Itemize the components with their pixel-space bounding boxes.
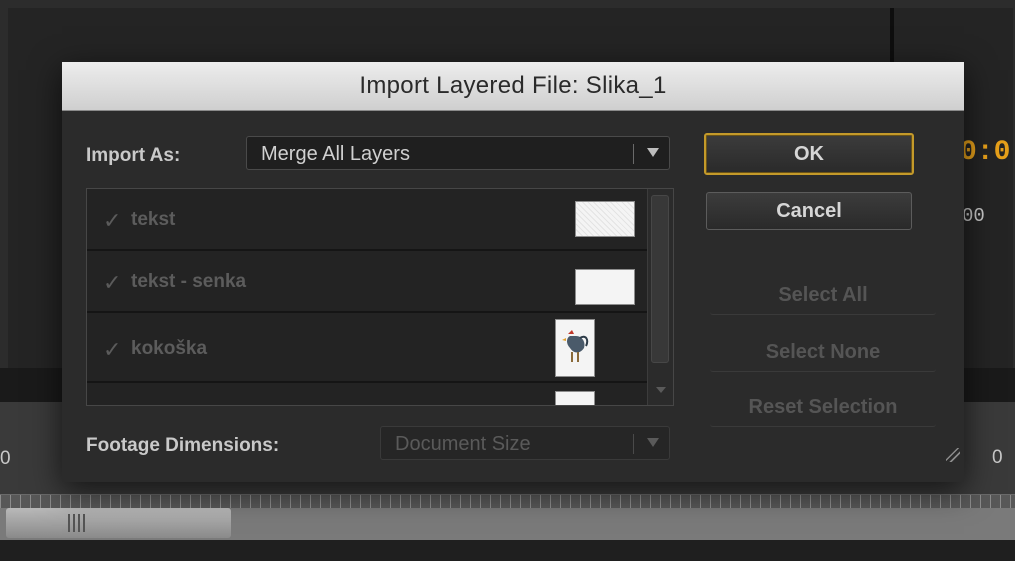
footage-dimensions-dropdown[interactable]: Document Size [380,426,670,460]
layer-thumbnail [575,201,635,237]
cancel-button[interactable]: Cancel [706,192,912,230]
background-time-label: 00 [962,205,985,227]
scroll-down-icon[interactable] [656,387,666,393]
background-divider [890,8,894,68]
layer-name: kokoška [131,338,208,359]
layer-name: tekst [131,209,176,230]
background-bottom-bar [0,540,1015,561]
layer-list-scrollbar[interactable] [647,189,673,405]
dialog-title: Import Layered File: Slika_1 [359,72,667,99]
list-item[interactable]: ✓ kokoška [87,313,647,383]
chevron-down-icon [647,148,659,157]
import-as-label: Import As: [86,145,181,166]
list-item[interactable]: ✓ tekst - senka [87,251,647,313]
chevron-down-icon [647,438,659,447]
background-timecode: 0:0 [960,137,1011,168]
import-as-dropdown[interactable]: Merge All Layers [246,136,670,170]
dropdown-separator [633,144,634,164]
dropdown-separator [633,434,634,454]
layer-list[interactable]: ✓ tekst ✓ tekst - senka ✓ kokoška [86,188,674,406]
list-item[interactable]: ✓ tekst [87,189,647,251]
checkmark-icon[interactable]: ✓ [103,208,121,234]
footage-dimensions-value: Document Size [395,433,531,455]
layer-name: tekst - senka [131,271,247,292]
background-right-label: 0 [992,447,1003,468]
app-window: 0:0 00 0 0 Import Layered File: Slika_1 … [0,0,1015,561]
layer-thumbnail [575,269,635,305]
import-as-value: Merge All Layers [261,143,410,165]
checkmark-icon[interactable]: ✓ [103,337,121,363]
import-layered-file-dialog: Import Layered File: Slika_1 Import As: … [62,62,964,482]
thumbnail-texture [576,202,634,236]
select-none-button[interactable]: Select None [710,334,936,372]
timeline-scroll-thumb[interactable] [6,508,231,538]
rooster-icon [562,330,589,362]
layer-list-scroll-thumb[interactable] [651,195,669,363]
select-all-button[interactable]: Select All [710,277,936,315]
dialog-titlebar[interactable]: Import Layered File: Slika_1 [62,62,964,111]
layer-thumbnail [555,319,595,377]
background-left-label: 0 [0,448,10,469]
reset-selection-button[interactable]: Reset Selection [710,389,936,427]
grip-icon [68,514,88,532]
checkmark-icon[interactable]: ✓ [103,270,121,296]
ok-button[interactable]: OK [704,133,914,175]
resize-grip-icon[interactable] [946,448,960,462]
layer-thumbnail [555,391,595,405]
footage-dimensions-label: Footage Dimensions: [86,435,280,456]
list-item[interactable] [87,383,647,405]
